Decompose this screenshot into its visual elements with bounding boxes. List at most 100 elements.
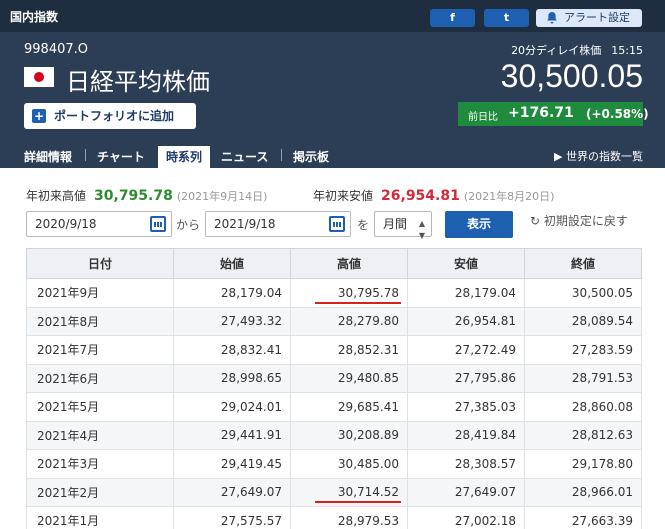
cell-open: 28,832.41 (173, 335, 291, 365)
current-price: 30,500.05 (500, 58, 643, 94)
cell-open: 27,649.07 (173, 477, 291, 507)
period-value: 月間 (383, 217, 408, 231)
col-header-open: 始値 (173, 248, 291, 279)
ytd-low-date: (2021年8月20日) (463, 190, 555, 203)
col-header-low: 安値 (407, 248, 525, 279)
stock-name: 日経平均株価 (66, 68, 210, 96)
calendar-icon[interactable] (329, 216, 345, 232)
cell-high: 28,279.80 (290, 306, 408, 336)
tab-timeseries[interactable]: 時系列 (158, 146, 211, 168)
cell-high: 30,208.89 (290, 420, 408, 450)
cell-high: 28,852.31 (290, 335, 408, 365)
facebook-icon: f (450, 11, 455, 24)
calendar-icon[interactable] (150, 216, 166, 232)
table-row: 2021年2月 27,649.07 30,714.52 27,649.07 28… (26, 477, 642, 507)
alert-settings-button[interactable]: アラート設定 (536, 9, 642, 27)
ytd-high-label: 年初来高値 (26, 189, 87, 203)
cell-date: 2021年8月 (26, 306, 174, 336)
cell-date: 2021年1月 (26, 506, 174, 529)
cell-high: 29,685.41 (290, 392, 408, 422)
ytd-high-date: (2021年9月14日) (176, 190, 268, 203)
stock-code: 998407.O (24, 42, 88, 57)
table-row: 2021年7月 28,832.41 28,852.31 27,272.49 27… (26, 335, 642, 365)
cell-date: 2021年9月 (26, 278, 174, 308)
facebook-share-button[interactable]: f (430, 9, 475, 27)
tab-details[interactable]: 詳細情報 (24, 148, 72, 165)
col-header-close: 終値 (524, 248, 642, 279)
col-header-high: 高値 (290, 248, 408, 279)
cell-close: 28,860.08 (524, 392, 642, 422)
world-indices-link[interactable]: ▶ 世界の指数一覧 (554, 148, 643, 164)
ytd-low-value: 26,954.81 (381, 188, 460, 204)
tab-divider (85, 149, 86, 161)
ytd-low-label: 年初来安値 (313, 189, 374, 203)
updown-arrows-icon: ▲ ▼ (418, 219, 425, 240)
cell-open: 29,024.01 (173, 392, 291, 422)
cell-low: 28,419.84 (407, 420, 525, 450)
change-label: 前日比 (468, 112, 498, 123)
japan-flag-icon (24, 67, 54, 87)
twitter-share-button[interactable]: t (484, 9, 529, 27)
change-percent: (+0.58%) (586, 107, 649, 121)
tab-news[interactable]: ニュース (221, 148, 268, 165)
add-portfolio-button[interactable]: + ポートフォリオに追加 (24, 103, 196, 129)
to-label: を (357, 218, 370, 232)
history-table: 日付 始値 高値 安値 終値 2021年9月 28,179.04 30,795.… (26, 248, 642, 529)
cell-low: 28,308.57 (407, 449, 525, 479)
world-indices-label: 世界の指数一覧 (566, 150, 643, 163)
cell-open: 29,441.91 (173, 420, 291, 450)
cell-close: 28,089.54 (524, 306, 642, 336)
start-date-field[interactable]: 2020/9/18 (26, 211, 172, 237)
cell-close: 28,812.63 (524, 420, 642, 450)
cell-high: 30,714.52 (290, 477, 408, 507)
cell-close: 28,791.53 (524, 363, 642, 393)
cell-low: 27,002.18 (407, 506, 525, 529)
show-button[interactable]: 表示 (445, 211, 513, 238)
cell-open: 29,419.45 (173, 449, 291, 479)
reset-defaults-link[interactable]: ↻ 初期設定に戻す (530, 212, 628, 229)
price-change-badge: 前日比 +176.71 (+0.58%) (458, 102, 649, 126)
table-row: 2021年8月 27,493.32 28,279.80 26,954.81 28… (26, 306, 642, 336)
cell-open: 27,493.32 (173, 306, 291, 336)
period-select[interactable]: 月間 ▲ ▼ (374, 211, 432, 240)
delay-label: 20分ディレイ株価 (511, 44, 602, 57)
delay-info: 20分ディレイ株価 15:15 (511, 42, 643, 58)
twitter-icon: t (503, 11, 510, 24)
cell-date: 2021年2月 (26, 477, 174, 507)
start-date-value: 2020/9/18 (35, 217, 97, 231)
tab-chart[interactable]: チャート (97, 148, 145, 165)
cell-low: 28,179.04 (407, 278, 525, 308)
table-header-row: 日付 始値 高値 安値 終値 (26, 248, 642, 279)
cell-high: 28,979.53 (290, 506, 408, 529)
cell-date: 2021年5月 (26, 392, 174, 422)
table-row: 2021年6月 28,998.65 29,480.85 27,795.86 28… (26, 363, 642, 393)
cell-date: 2021年4月 (26, 420, 174, 450)
end-date-field[interactable]: 2021/9/18 (205, 211, 351, 237)
cell-low: 26,954.81 (407, 306, 525, 336)
cell-open: 28,179.04 (173, 278, 291, 308)
triangle-right-icon: ▶ (554, 150, 566, 163)
col-header-date: 日付 (26, 248, 174, 279)
cell-close: 29,178.80 (524, 449, 642, 479)
cell-open: 27,575.57 (173, 506, 291, 529)
cell-date: 2021年6月 (26, 363, 174, 393)
cell-high: 30,795.78 (290, 278, 408, 308)
cell-high: 29,480.85 (290, 363, 408, 393)
cell-date: 2021年7月 (26, 335, 174, 365)
ytd-high-value: 30,795.78 (94, 188, 173, 204)
tab-divider (281, 149, 282, 161)
alert-label: アラート設定 (564, 11, 630, 24)
table-row: 2021年4月 29,441.91 30,208.89 28,419.84 28… (26, 420, 642, 450)
end-date-value: 2021/9/18 (214, 217, 276, 231)
cell-low: 27,272.49 (407, 335, 525, 365)
tab-board[interactable]: 掲示板 (293, 148, 329, 165)
ytd-high: 年初来高値 30,795.78 (2021年9月14日) (26, 187, 267, 204)
ytd-low: 年初来安値 26,954.81 (2021年8月20日) (313, 187, 554, 204)
cell-close: 30,500.05 (524, 278, 642, 308)
cell-low: 27,649.07 (407, 477, 525, 507)
cell-close: 27,663.39 (524, 506, 642, 529)
category-label: 国内指数 (10, 10, 59, 24)
cell-low: 27,385.03 (407, 392, 525, 422)
quote-time: 15:15 (611, 44, 643, 57)
change-value: +176.71 (508, 105, 574, 121)
